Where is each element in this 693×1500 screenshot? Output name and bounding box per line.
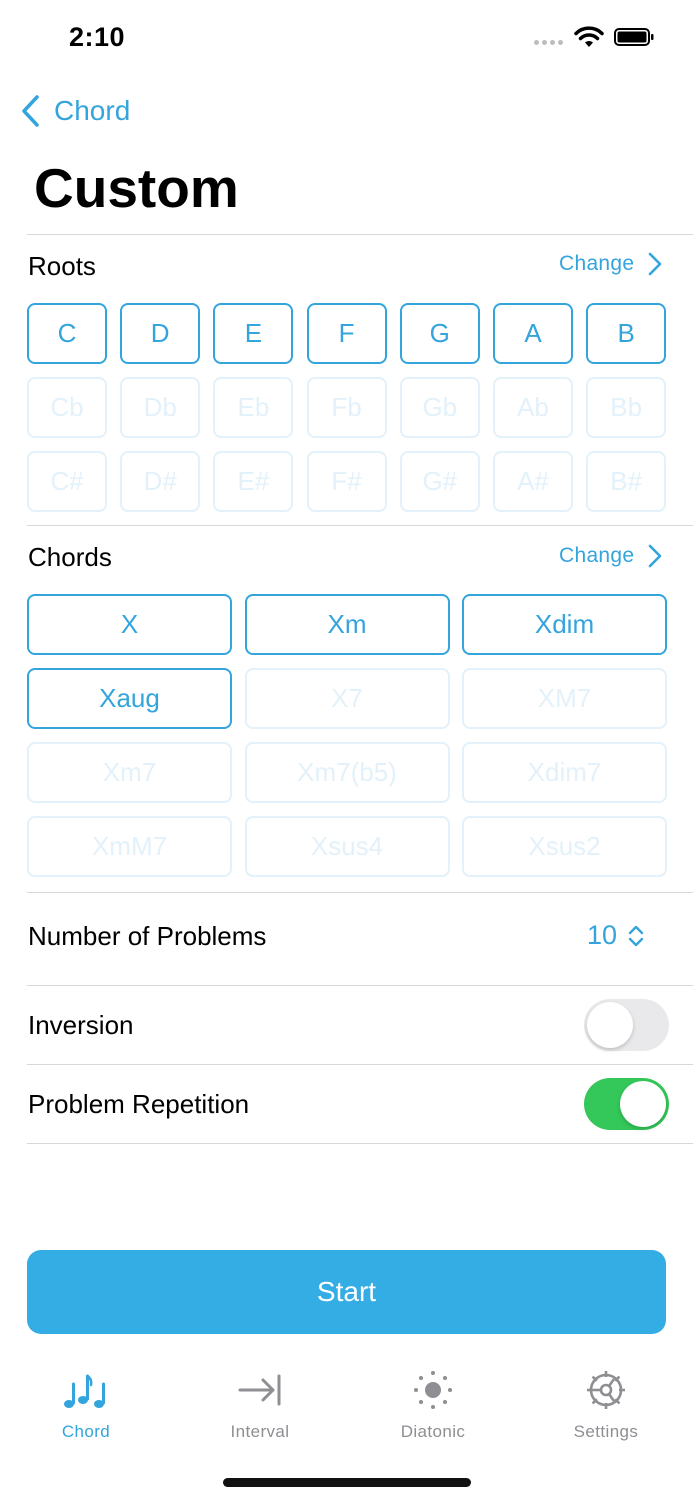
tab-interval[interactable]: Interval (185, 1366, 335, 1442)
roots-chip[interactable]: Ab (493, 377, 573, 438)
number-of-problems-value: 10 (587, 920, 618, 950)
roots-chip[interactable]: C (27, 303, 107, 364)
inversion-toggle[interactable] (584, 999, 669, 1051)
chords-chip[interactable]: XM7 (462, 668, 667, 729)
start-button[interactable]: Start (27, 1250, 666, 1334)
page-title: Custom (34, 157, 239, 219)
tab-chord-label: Chord (61, 1422, 111, 1441)
back-button[interactable]: Chord (20, 92, 130, 130)
problem-repetition-label: Problem Repetition (28, 1089, 250, 1119)
tab-interval-label: Interval (230, 1422, 290, 1441)
cellular-signal-icon (534, 40, 564, 46)
roots-chip[interactable]: Gb (399, 377, 480, 438)
divider (27, 892, 693, 893)
chords-chip[interactable]: Xsus4 (244, 816, 450, 877)
chords-chip[interactable]: Xm7 (27, 742, 232, 803)
roots-chip[interactable]: D# (120, 451, 201, 512)
status-time: 2:10 (69, 22, 126, 52)
tab-settings-label: Settings (573, 1422, 639, 1441)
roots-chip[interactable]: B# (586, 451, 667, 512)
toggle-knob (587, 1002, 633, 1048)
roots-section-title: Roots (28, 251, 96, 281)
roots-chip[interactable]: F (306, 303, 387, 364)
chords-change-button[interactable]: Change (559, 544, 662, 568)
roots-chip[interactable]: F# (306, 451, 387, 512)
chords-section-title: Chords (28, 542, 112, 572)
roots-chip[interactable]: Eb (213, 377, 294, 438)
roots-chip[interactable]: E# (213, 451, 294, 512)
roots-chip[interactable]: Cb (27, 377, 107, 438)
roots-chip[interactable]: B (586, 303, 667, 364)
roots-chip[interactable]: A# (493, 451, 573, 512)
battery-icon (614, 28, 654, 46)
divider (27, 525, 693, 526)
chords-chip[interactable]: Xaug (27, 668, 232, 729)
divider (27, 234, 693, 235)
roots-change-button[interactable]: Change (559, 252, 662, 276)
chords-chip[interactable]: Xsus2 (462, 816, 667, 877)
chords-chip[interactable]: Xm7(b5) (244, 742, 450, 803)
notes-icon (64, 1374, 105, 1408)
roots-chip[interactable]: G (399, 303, 480, 364)
tab-chord[interactable]: Chord (11, 1366, 161, 1442)
chevron-left-icon (22, 95, 39, 127)
toggle-knob (620, 1081, 666, 1127)
roots-chip[interactable]: Bb (586, 377, 667, 438)
chords-chip[interactable]: XmM7 (27, 816, 232, 877)
roots-change-label: Change (559, 252, 635, 275)
roots-chip[interactable]: Fb (306, 377, 387, 438)
roots-chip[interactable]: D (120, 303, 201, 364)
divider (27, 1143, 693, 1144)
chords-chip[interactable]: X7 (244, 668, 450, 729)
back-label: Chord (54, 95, 131, 126)
problem-repetition-toggle[interactable] (584, 1078, 669, 1130)
interval-arrow-icon (238, 1374, 281, 1406)
roots-chip[interactable]: G# (399, 451, 480, 512)
chevron-right-icon (649, 252, 662, 276)
chords-chip[interactable]: Xdim (462, 594, 667, 655)
chords-change-label: Change (559, 544, 635, 567)
chords-chip[interactable]: Xm (244, 594, 450, 655)
roots-chip[interactable]: Db (120, 377, 201, 438)
chevron-up-down-icon (628, 925, 644, 946)
inversion-label: Inversion (28, 1010, 134, 1040)
tab-diatonic[interactable]: Diatonic (358, 1366, 508, 1442)
chords-chip[interactable]: X (27, 594, 232, 655)
gear-icon (587, 1371, 625, 1409)
home-indicator (223, 1478, 471, 1487)
divider (27, 985, 693, 986)
tab-settings[interactable]: Settings (531, 1366, 681, 1442)
tab-diatonic-label: Diatonic (400, 1422, 466, 1441)
roots-chip[interactable]: E (213, 303, 294, 364)
number-of-problems-label: Number of Problems (28, 921, 267, 951)
divider (27, 1064, 693, 1065)
chords-chip[interactable]: Xdim7 (462, 742, 667, 803)
number-of-problems-picker[interactable]: 10 (587, 920, 645, 951)
wifi-icon (574, 26, 604, 47)
roots-chip[interactable]: A (493, 303, 573, 364)
roots-chip[interactable]: C# (27, 451, 107, 512)
sun-dots-icon (414, 1371, 452, 1409)
chevron-right-icon (649, 544, 662, 568)
